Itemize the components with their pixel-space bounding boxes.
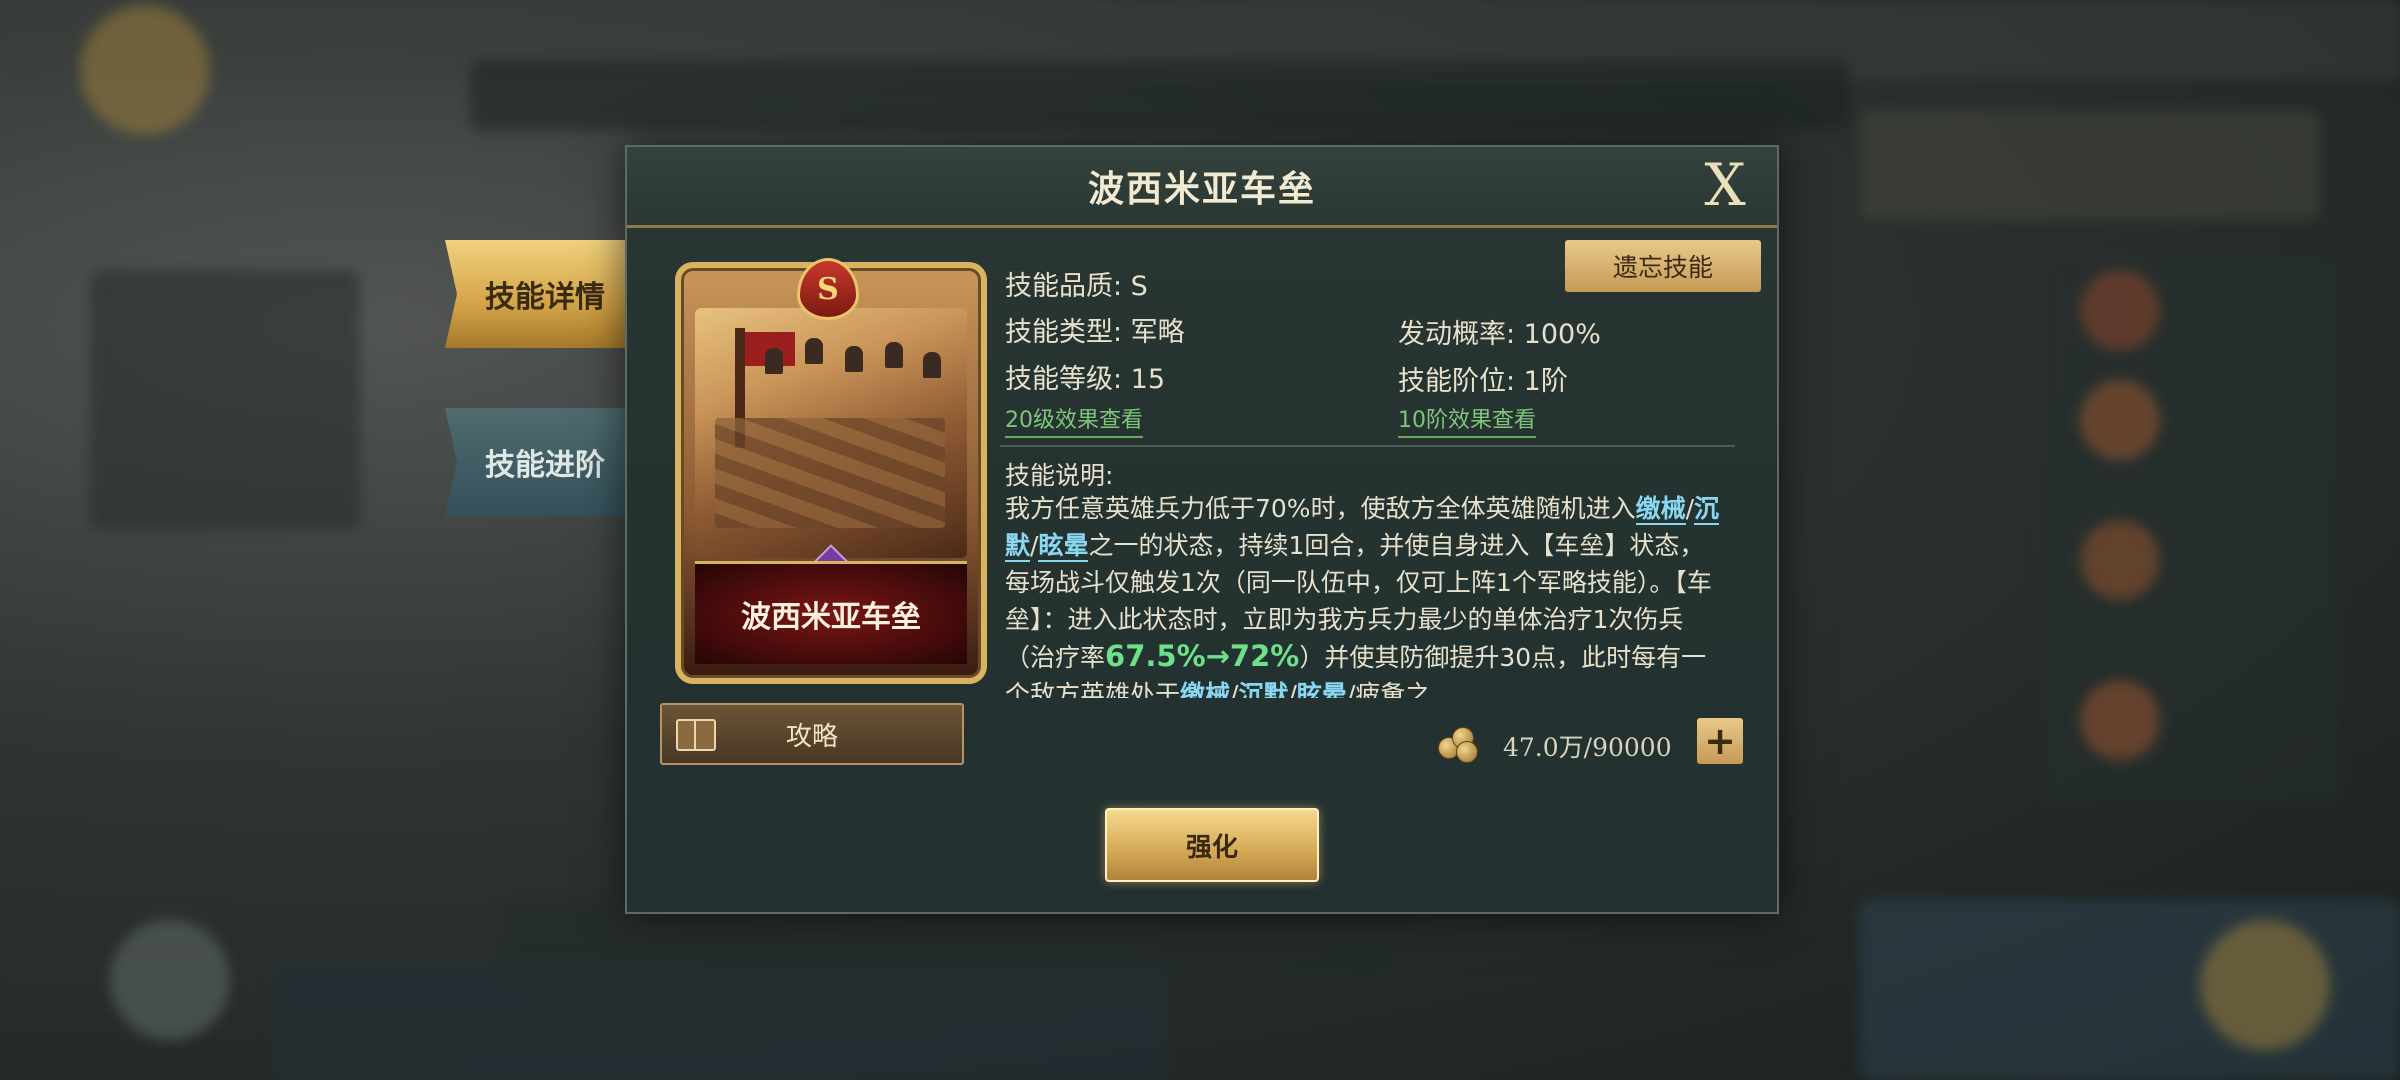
- forget-skill-button[interactable]: 遗忘技能: [1565, 240, 1761, 292]
- skill-type: 技能类型: 军略: [1005, 317, 1185, 348]
- soldier-figure: [885, 342, 903, 368]
- upgrade-button-label: 强化: [1185, 832, 1238, 863]
- soldier-figure: [765, 348, 783, 374]
- skill-card-name: 波西米亚车垒: [695, 561, 967, 664]
- keyword-disarm[interactable]: 缴械: [1635, 494, 1686, 525]
- wagon-fort-wall-graphic: [715, 418, 945, 528]
- guide-button-label: 攻略: [785, 721, 838, 752]
- rank-effect-link[interactable]: 10阶效果查看: [1398, 402, 1536, 438]
- close-button[interactable]: X: [1695, 155, 1755, 215]
- soldier-figure: [923, 352, 941, 378]
- skill-card-artwork: [695, 308, 967, 558]
- description-text: 我方任意英雄兵力低于70%时，使敌方全体英雄随机进入: [1005, 494, 1636, 523]
- tab-skill-advance-label: 技能进阶: [485, 448, 605, 483]
- dialog-title: 波西米亚车垒: [1087, 169, 1316, 210]
- keyword-separator: /: [1685, 494, 1695, 523]
- soldier-figure: [805, 338, 823, 364]
- description-text: /疲惫之: [1346, 680, 1431, 698]
- tab-skill-advance[interactable]: 技能进阶: [445, 408, 645, 516]
- description-title: 技能说明:: [1005, 461, 1114, 490]
- tab-skill-details-label: 技能详情: [485, 280, 605, 315]
- add-resource-button[interactable]: +: [1697, 718, 1743, 764]
- skill-card: 波西米亚车垒: [675, 262, 987, 684]
- tab-skill-details[interactable]: 技能详情: [445, 240, 645, 348]
- skill-description[interactable]: 我方任意英雄兵力低于70%时，使敌方全体英雄随机进入缴械/沉默/眩晕之一的状态，…: [1005, 490, 1727, 698]
- keyword-stun[interactable]: 眩晕: [1296, 680, 1347, 698]
- skill-rank: 技能阶位: 1阶: [1398, 366, 1568, 397]
- keyword-separator: /: [1288, 680, 1297, 698]
- soldier-figure: [845, 346, 863, 372]
- keyword-stun[interactable]: 眩晕: [1038, 531, 1089, 562]
- skill-quality: 技能品质: S: [1005, 271, 1148, 302]
- dialog-header: 波西米亚车垒 X: [627, 147, 1777, 228]
- cost-amount: 47.0万/90000: [1503, 733, 1672, 762]
- heal-rate-value: 67.5%→72%: [1105, 639, 1300, 673]
- keyword-silence[interactable]: 沉默: [1238, 680, 1289, 698]
- skill-level: 技能等级: 15: [1005, 364, 1166, 395]
- forget-skill-button-label: 遗忘技能: [1612, 253, 1713, 282]
- upgrade-button[interactable]: 强化: [1105, 808, 1319, 882]
- trigger-rate: 发动概率: 100%: [1398, 319, 1601, 350]
- level-effect-link[interactable]: 20级效果查看: [1005, 402, 1143, 438]
- guide-button[interactable]: 攻略: [660, 703, 964, 765]
- plus-icon: +: [1704, 719, 1736, 763]
- section-divider: [1000, 445, 1735, 447]
- coin-icon: [1438, 727, 1478, 763]
- book-icon: [676, 719, 716, 751]
- keyword-disarm[interactable]: 缴械: [1180, 680, 1231, 698]
